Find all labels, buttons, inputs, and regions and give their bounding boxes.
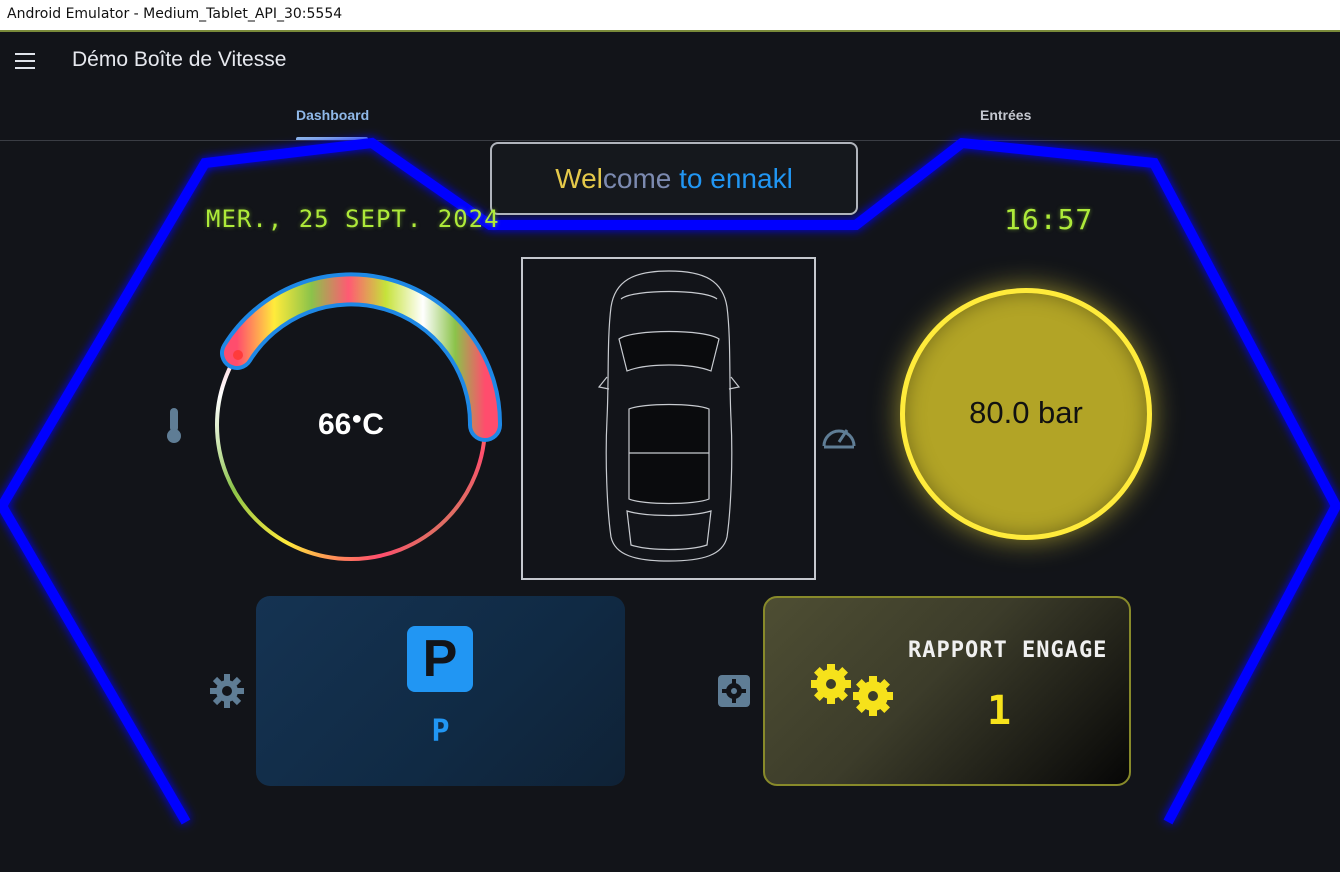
temperature-unit: C [362,408,384,441]
date-display: MER., 25 SEPT. 2024 [206,205,500,233]
parking-icon: P [407,626,473,692]
car-icon [597,270,741,562]
rapport-label: RAPPORT ENGAGE [908,638,1108,663]
welcome-part-3: to ennakl [671,163,793,194]
time-display: 16:57 [1004,203,1094,236]
rapport-value: 1 [987,688,1012,734]
car-view [521,257,816,580]
welcome-part-1: Wel [555,163,603,194]
park-badge-letter: P [422,630,458,688]
park-value: P [431,714,450,749]
gear-icon [210,674,244,708]
gears-icon [811,664,893,716]
temperature-value: 66●C [318,408,384,441]
pressure-gauge: 80.0 bar [900,288,1152,540]
welcome-part-2: come [602,163,672,194]
gear-box-icon [718,675,750,707]
rapport-card[interactable]: RAPPORT ENGAGE 1 [763,596,1131,786]
pressure-value: 80.0 bar [969,395,1083,430]
temperature-number: 66 [318,408,352,441]
welcome-banner: Welcome to ennakl [490,142,858,215]
speedometer-icon [822,429,856,449]
park-card[interactable]: P P [256,596,625,786]
thermometer-icon [167,408,181,443]
